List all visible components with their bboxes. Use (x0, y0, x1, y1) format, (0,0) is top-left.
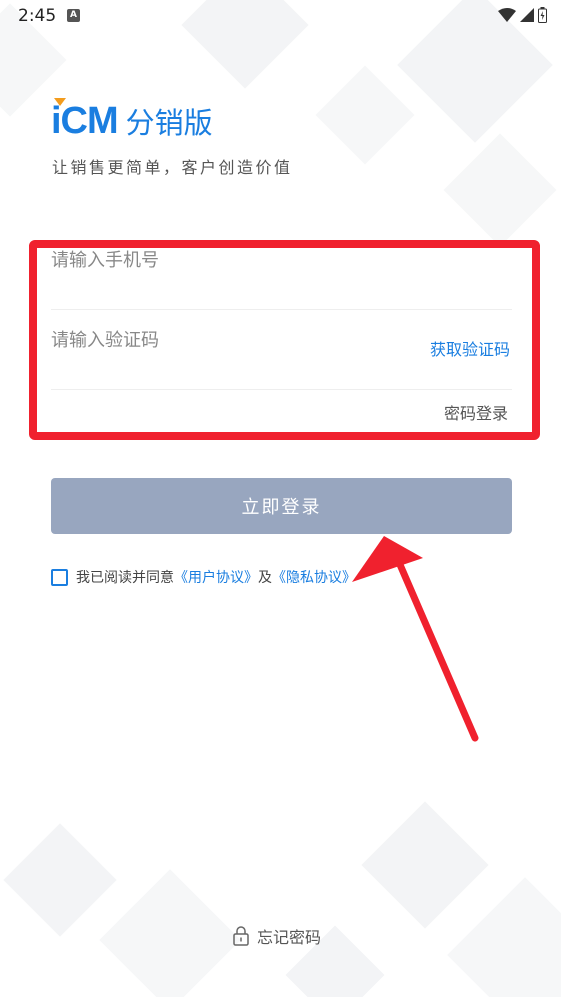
agreement-prefix: 我已阅读并同意 (76, 570, 174, 586)
code-input[interactable] (51, 320, 401, 360)
status-time: 2:45 (18, 6, 57, 26)
login-button[interactable]: 立即登录 (51, 478, 512, 534)
phone-field (51, 230, 512, 310)
battery-icon (538, 7, 547, 23)
notification-badge: A (67, 9, 80, 22)
lock-icon (233, 926, 249, 946)
signal-icon (520, 8, 534, 22)
status-icons (498, 7, 547, 23)
agreement-row: 我已阅读并同意 《用户协议》 及 《隐私协议》 (51, 567, 356, 587)
logo-triangle-icon (54, 98, 66, 106)
agreement-conjunction: 及 (258, 570, 272, 586)
forgot-password-button[interactable]: 忘记密码 (233, 924, 321, 948)
forgot-password-label: 忘记密码 (257, 928, 322, 947)
product-name: 分销版 (125, 106, 213, 140)
brand-logo: iCM 分销版 (51, 98, 213, 142)
slogan: 让销售更简单，客户创造价值 (52, 158, 293, 177)
agreement-checkbox[interactable] (51, 568, 68, 586)
privacy-policy-link[interactable]: 《隐私协议》 (272, 567, 356, 587)
user-agreement-link[interactable]: 《用户协议》 (174, 567, 258, 587)
phone-input[interactable] (51, 240, 401, 280)
password-login-link[interactable]: 密码登录 (444, 400, 508, 424)
get-code-button[interactable]: 获取验证码 (430, 336, 510, 360)
status-bar: 2:45 A (0, 0, 561, 32)
code-field: 获取验证码 (51, 310, 512, 390)
logo-mark: iCM (51, 98, 119, 142)
wifi-icon (498, 8, 516, 22)
